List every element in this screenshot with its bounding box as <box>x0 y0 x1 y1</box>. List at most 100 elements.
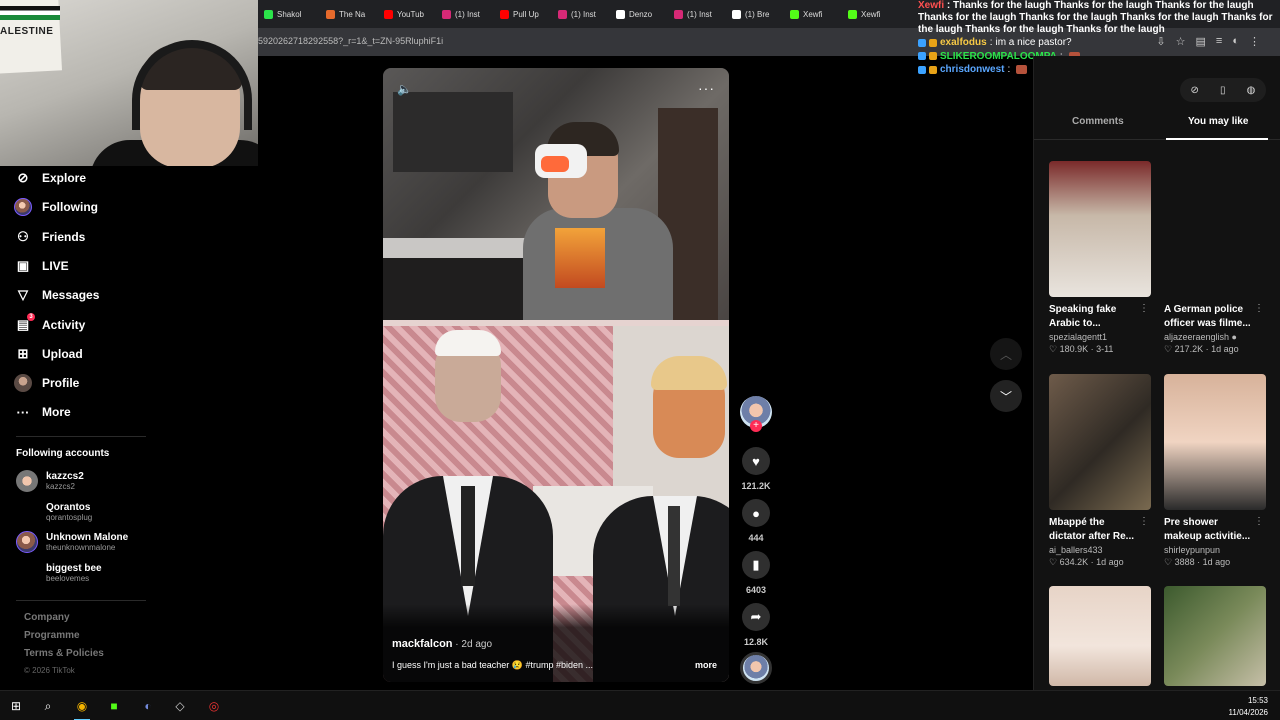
video-player[interactable]: 🔈 ··· mackfalcon · 2d ago I guess I'm ju… <box>383 68 729 682</box>
card-author[interactable]: spezialagentt1 <box>1049 332 1151 342</box>
following-account[interactable]: Unknown Malone theunknownmalone <box>16 531 128 553</box>
browser-tab[interactable]: Denzo <box>610 0 668 28</box>
tab-label: Denzo <box>629 9 653 19</box>
tab-you-may-like[interactable]: You may like <box>1188 116 1248 127</box>
discord-icon[interactable]: ◐ <box>140 698 156 714</box>
card-author[interactable]: ai_ballers433 <box>1049 545 1151 555</box>
tab-comments[interactable]: Comments <box>1072 116 1124 127</box>
app-icon[interactable]: ◇ <box>172 698 188 714</box>
more-button[interactable]: more <box>695 660 717 670</box>
follow-plus-icon[interactable]: + <box>750 420 762 432</box>
volume-icon[interactable]: 🔈 <box>397 82 412 96</box>
recommended-video-card[interactable]: Speaking fake Arabic to... spezialagentt1… <box>1049 161 1151 355</box>
url-text[interactable]: 5920262718292558?_r=1&_t=ZN-95RluphiF1i <box>258 36 443 46</box>
browser-tab[interactable]: The Na <box>320 0 378 28</box>
recommended-video-card[interactable] <box>1049 586 1151 686</box>
card-title[interactable]: A German police officer was filme... <box>1164 303 1256 331</box>
recommended-video-card[interactable]: Mbappé the dictator after Re... ai_baller… <box>1049 374 1151 568</box>
sidebar-item-label: Messages <box>42 288 100 303</box>
like-button[interactable]: ♥ <box>742 447 770 475</box>
card-author[interactable]: aljazeeraenglish ● <box>1164 332 1266 342</box>
card-title[interactable]: Mbappé the dictator after Re... <box>1049 516 1141 544</box>
sidebar-item-explore[interactable]: ⊘ Explore <box>14 167 86 189</box>
browser-tab[interactable]: (1) Inst <box>436 0 494 28</box>
sidebar-item-more[interactable]: ··· More <box>14 401 71 423</box>
card-menu-icon[interactable]: ⋮ <box>1139 303 1149 314</box>
chat-message: exalfodus : im a nice pastor? <box>918 36 1280 50</box>
card-author[interactable]: shirleypunpun <box>1164 545 1266 555</box>
recommended-video-card[interactable]: Pre shower makeup activitie... shirleypun… <box>1164 374 1266 568</box>
video-thumbnail[interactable] <box>1049 161 1151 297</box>
video-thumbnail[interactable] <box>1164 374 1266 510</box>
recommended-video-card[interactable] <box>1164 586 1266 686</box>
video-thumbnail[interactable] <box>1049 586 1151 686</box>
account-text: Qorantos qorantosplug <box>46 502 92 522</box>
browser-tab[interactable]: Xewfi <box>842 0 900 28</box>
comment-button[interactable]: ● <box>742 499 770 527</box>
card-title[interactable]: Pre shower makeup activitie... <box>1164 516 1256 544</box>
footer-programme-link[interactable]: Programme <box>24 630 80 641</box>
next-video-button[interactable]: ﹀ <box>990 380 1022 412</box>
following-account[interactable]: biggest bee beelovemes <box>16 562 102 584</box>
video-thumbnail[interactable] <box>1164 161 1266 297</box>
sound-disc-icon[interactable] <box>740 652 772 684</box>
obs-icon[interactable]: ◎ <box>206 698 222 714</box>
tab-label: (1) Inst <box>571 9 596 19</box>
following-account[interactable]: kazzcs2 kazzcs2 <box>16 470 84 492</box>
tab-favicon-icon <box>442 9 451 19</box>
card-title[interactable]: Speaking fake Arabic to... <box>1049 303 1141 331</box>
sidebar-item-profile[interactable]: Profile <box>14 372 79 394</box>
chat-badge-icon <box>918 65 926 74</box>
comment-icon: ● <box>752 505 760 521</box>
sidebar-item-upload[interactable]: ⊞ Upload <box>14 343 83 365</box>
video-thumbnail[interactable] <box>1049 374 1151 510</box>
card-menu-icon[interactable]: ⋮ <box>1254 516 1264 527</box>
sidebar-item-messages[interactable]: ▽ Messages <box>14 284 99 306</box>
browser-tab[interactable]: (1) Inst <box>668 0 726 28</box>
video-thumbnail[interactable] <box>1164 586 1266 686</box>
tab-favicon-icon <box>558 9 567 19</box>
emote-icon <box>1016 65 1028 75</box>
share-button[interactable]: ➦ <box>742 603 770 631</box>
heart-icon: ♥ <box>752 453 760 469</box>
author-name[interactable]: mackfalcon <box>392 638 453 650</box>
kick-icon[interactable]: ■ <box>106 698 122 714</box>
browser-tab[interactable]: (1) Inst <box>552 0 610 28</box>
following-account[interactable]: Qorantos qorantosplug <box>16 501 92 523</box>
footer-terms-link[interactable]: Terms & Policies <box>24 648 104 659</box>
video-author[interactable]: mackfalcon · 2d ago <box>392 638 492 650</box>
recommended-video-card[interactable]: A German police officer was filme... alja… <box>1164 161 1266 355</box>
previous-video-button[interactable]: ︿ <box>990 338 1022 370</box>
chat-username: chrisdonwest <box>940 64 1005 75</box>
chrome-icon[interactable]: ◉ <box>74 698 90 714</box>
browser-tab[interactable]: Shakol <box>258 0 320 28</box>
account-text: kazzcs2 kazzcs2 <box>46 471 84 491</box>
avatar <box>16 531 38 553</box>
upload-icon: ⊞ <box>17 345 29 361</box>
browser-tab[interactable]: Xewfi <box>784 0 842 28</box>
browser-tab[interactable]: Pull Up <box>494 0 552 28</box>
tab-favicon-icon <box>500 9 509 19</box>
card-menu-icon[interactable]: ⋮ <box>1139 516 1149 527</box>
video-options-icon[interactable]: ··· <box>698 80 715 96</box>
video-date: · 2d ago <box>452 639 493 650</box>
sidebar-item-activity[interactable]: ▤ 3 Activity <box>14 312 85 336</box>
poster-text: ALESTINE <box>0 26 54 37</box>
sidebar-item-label: Following <box>42 200 98 215</box>
right-figure-tie <box>668 506 680 606</box>
search-icon[interactable]: ⌕ <box>40 698 56 714</box>
user-avatar-icon[interactable]: ◍ <box>1247 85 1256 96</box>
sidebar-item-label: Friends <box>42 229 86 244</box>
phone-icon[interactable]: ▯ <box>1220 85 1226 96</box>
footer-company-link[interactable]: Company <box>24 612 70 623</box>
sidebar-item-following[interactable]: Following <box>14 196 98 218</box>
sidebar-item-friends[interactable]: ⚇ Friends <box>14 226 85 248</box>
save-button[interactable]: ▮ <box>742 551 770 579</box>
compass-icon: ⊘ <box>17 170 29 185</box>
sidebar-item-live[interactable]: ▣ LIVE <box>14 255 69 277</box>
browser-tab[interactable]: (1) Bre <box>726 0 784 28</box>
browser-tab[interactable]: YouTub <box>378 0 436 28</box>
compass-small-icon[interactable]: ⊘ <box>1191 85 1199 96</box>
card-menu-icon[interactable]: ⋮ <box>1254 303 1264 314</box>
windows-start-icon[interactable]: ⊞ <box>8 698 24 714</box>
